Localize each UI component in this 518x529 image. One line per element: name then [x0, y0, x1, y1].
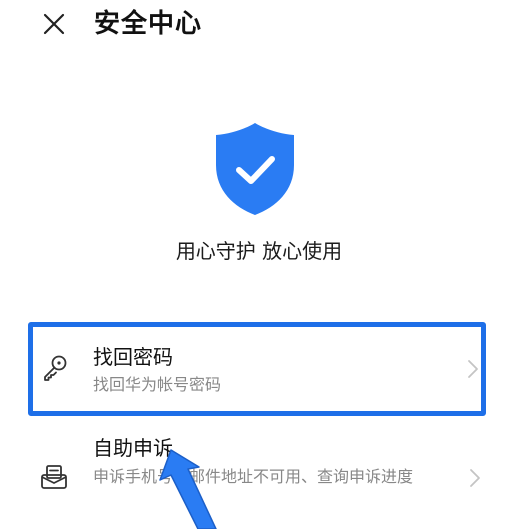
slogan: 用心守护 放心使用 [175, 239, 343, 263]
shield-check-icon [216, 123, 294, 215]
key-icon [44, 355, 67, 381]
self-appeal-item[interactable]: 自助申诉 申诉手机号或邮件地址不可用、查询申诉进度 [30, 432, 490, 529]
chevron-right-icon [468, 360, 478, 378]
header: 安全中心 [0, 0, 518, 60]
envelope-icon [41, 465, 67, 489]
reset-password-item[interactable]: 找回密码 找回华为帐号密码 [30, 326, 490, 412]
page-title: 安全中心 [94, 9, 203, 39]
close-button[interactable] [38, 8, 70, 40]
close-icon [43, 13, 65, 35]
reset-password-subtitle: 找回华为帐号密码 [93, 375, 222, 394]
reset-password-title: 找回密码 [93, 345, 173, 369]
self-appeal-title: 自助申诉 [93, 436, 173, 460]
chevron-right-icon [470, 469, 480, 487]
self-appeal-subtitle: 申诉手机号或邮件地址不可用、查询申诉进度 [93, 467, 414, 486]
